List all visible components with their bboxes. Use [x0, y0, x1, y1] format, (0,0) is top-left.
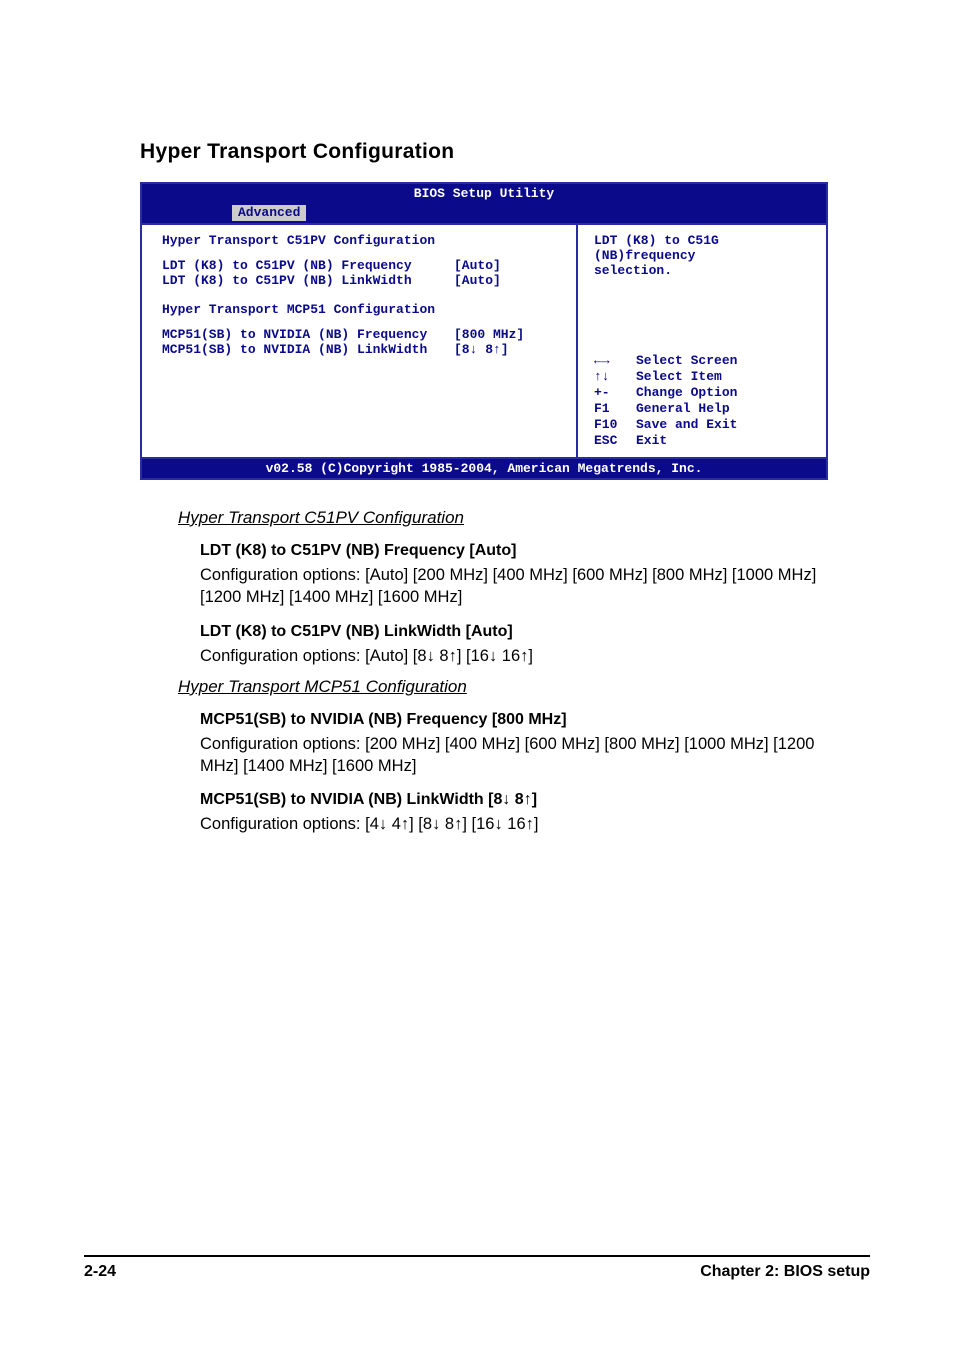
arrow-down-icon: ↓: [427, 645, 435, 667]
bios-section-heading: Hyper Transport MCP51 Configuration: [162, 302, 564, 317]
item-heading: LDT (K8) to C51PV (NB) LinkWidth [Auto]: [200, 623, 824, 641]
bios-option-value[interactable]: [800 MHz]: [454, 327, 564, 342]
documentation: Hyper Transport C51PV Configuration LDT …: [140, 508, 824, 836]
bios-footer: v02.58 (C)Copyright 1985-2004, American …: [142, 459, 826, 478]
arrow-down-icon: ↓: [379, 813, 387, 835]
text: 4: [387, 815, 401, 833]
nav-key: F1: [594, 401, 636, 416]
arrow-up-icon: ↑: [524, 791, 532, 809]
nav-key: ESC: [594, 433, 636, 448]
bios-body: Hyper Transport C51PV Configuration LDT …: [142, 223, 826, 459]
text: ] [16: [457, 647, 489, 665]
bios-option-label: MCP51(SB) to NVIDIA (NB) LinkWidth: [162, 342, 454, 357]
bios-option-value[interactable]: [8↓ 8↑]: [454, 342, 564, 357]
bios-help-line: LDT (K8) to C51G: [594, 233, 814, 248]
bios-option-value[interactable]: [Auto]: [454, 273, 564, 288]
item-body: Configuration options: [4↓ 4↑] [8↓ 8↑] […: [200, 813, 824, 835]
item-body: Configuration options: [Auto] [200 MHz] …: [200, 564, 824, 609]
text: ] [16: [462, 815, 494, 833]
nav-action: Select Screen: [636, 353, 814, 368]
item-heading: MCP51(SB) to NVIDIA (NB) Frequency [800 …: [200, 711, 824, 729]
bios-option-label: LDT (K8) to C51PV (NB) LinkWidth: [162, 273, 454, 288]
section-heading: Hyper Transport MCP51 Configuration: [178, 677, 824, 697]
nav-action: Select Item: [636, 369, 814, 384]
bios-header: BIOS Setup Utility Advanced: [142, 184, 826, 223]
text: ]: [532, 791, 537, 808]
chapter-title: Chapter 2: BIOS setup: [700, 1263, 870, 1281]
bios-section-heading: Hyper Transport C51PV Configuration: [162, 233, 564, 248]
bios-left-pane: Hyper Transport C51PV Configuration LDT …: [142, 225, 576, 457]
arrows-lr-icon: ←→: [594, 353, 636, 368]
text: MCP51(SB) to NVIDIA (NB) LinkWidth [8: [200, 791, 502, 808]
text: ]: [534, 815, 539, 833]
nav-action: Change Option: [636, 385, 814, 400]
bios-option-row[interactable]: MCP51(SB) to NVIDIA (NB) LinkWidth [8↓ 8…: [162, 342, 564, 357]
text: Configuration options: [4: [200, 815, 379, 833]
arrows-ud-icon: ↑↓: [594, 369, 636, 384]
bios-option-label: MCP51(SB) to NVIDIA (NB) Frequency: [162, 327, 454, 342]
arrow-up-icon: ↑: [526, 813, 534, 835]
bios-option-row[interactable]: LDT (K8) to C51PV (NB) LinkWidth [Auto]: [162, 273, 564, 288]
nav-action: Save and Exit: [636, 417, 814, 432]
nav-key: F10: [594, 417, 636, 432]
item-heading: LDT (K8) to C51PV (NB) Frequency [Auto]: [200, 542, 824, 560]
text: ]: [528, 647, 533, 665]
nav-action: Exit: [636, 433, 814, 448]
bios-option-value[interactable]: [Auto]: [454, 258, 564, 273]
bios-option-label: LDT (K8) to C51PV (NB) Frequency: [162, 258, 454, 273]
bios-tab-row: Advanced: [142, 201, 826, 223]
bios-option-row[interactable]: MCP51(SB) to NVIDIA (NB) Frequency [800 …: [162, 327, 564, 342]
nav-action: General Help: [636, 401, 814, 416]
text: 8: [440, 815, 454, 833]
arrow-up-icon: ↑: [449, 645, 457, 667]
text: ] [8: [409, 815, 432, 833]
text: 8: [510, 791, 523, 808]
bios-nav-help: ←→Select Screen ↑↓Select Item +-Change O…: [594, 353, 814, 449]
bios-tab-advanced[interactable]: Advanced: [232, 205, 306, 221]
page-title: Hyper Transport Configuration: [140, 140, 824, 164]
bios-right-pane: LDT (K8) to C51G (NB)frequency selection…: [576, 225, 826, 457]
item-body: Configuration options: [200 MHz] [400 MH…: [200, 733, 824, 778]
arrow-up-icon: ↑: [401, 813, 409, 835]
bios-help-line: selection.: [594, 263, 814, 278]
arrow-down-icon: ↓: [494, 813, 502, 835]
bios-utility-title: BIOS Setup Utility: [142, 186, 826, 201]
text: 16: [503, 815, 526, 833]
nav-key: +-: [594, 385, 636, 400]
page-footer: 2-24 Chapter 2: BIOS setup: [84, 1255, 870, 1281]
bios-help-line: (NB)frequency: [594, 248, 814, 263]
page-number: 2-24: [84, 1263, 116, 1281]
bios-screenshot: BIOS Setup Utility Advanced Hyper Transp…: [140, 182, 828, 480]
bios-option-row[interactable]: LDT (K8) to C51PV (NB) Frequency [Auto]: [162, 258, 564, 273]
item-heading: MCP51(SB) to NVIDIA (NB) LinkWidth [8↓ 8…: [200, 791, 824, 809]
text: Configuration options: [Auto] [8: [200, 647, 427, 665]
bios-help-text: LDT (K8) to C51G (NB)frequency selection…: [594, 233, 814, 278]
arrow-down-icon: ↓: [489, 645, 497, 667]
text: 16: [497, 647, 520, 665]
section-heading: Hyper Transport C51PV Configuration: [178, 508, 824, 528]
text: 8: [435, 647, 449, 665]
page: Hyper Transport Configuration BIOS Setup…: [0, 0, 954, 1351]
item-body: Configuration options: [Auto] [8↓ 8↑] [1…: [200, 645, 824, 667]
